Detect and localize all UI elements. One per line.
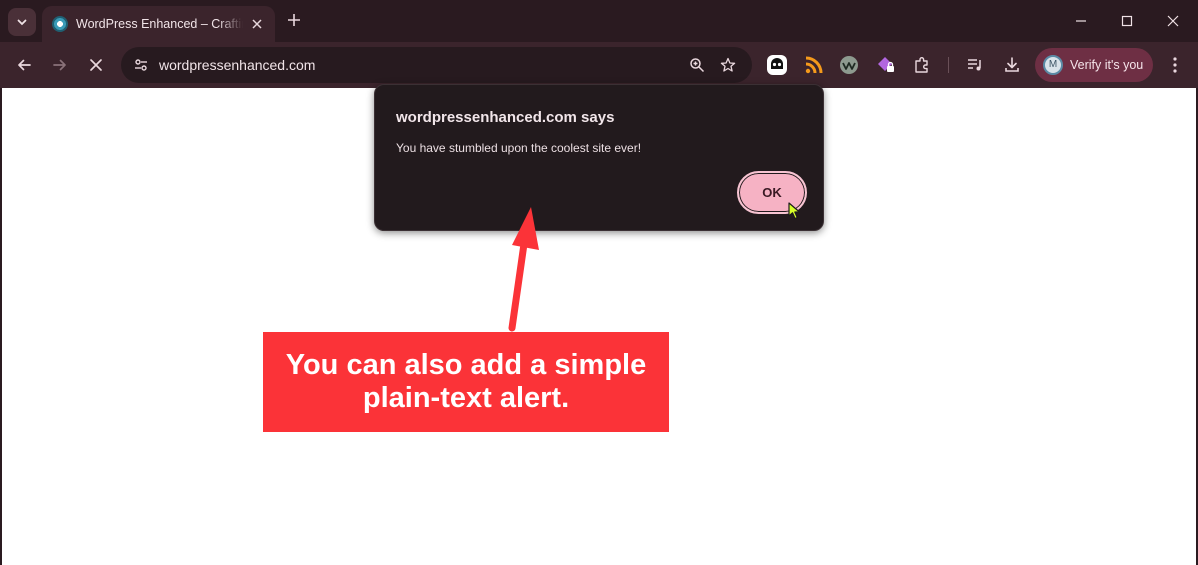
dialog-message: You have stumbled upon the coolest site …	[396, 141, 642, 155]
extensions-button[interactable]	[909, 52, 935, 78]
maximize-icon	[1121, 15, 1133, 27]
extension-rss-button[interactable]	[801, 52, 827, 78]
tab-close-button[interactable]	[249, 16, 265, 32]
window-minimize-button[interactable]	[1058, 0, 1104, 42]
media-queue-icon	[968, 59, 981, 71]
rss-icon	[805, 56, 823, 74]
avatar: M	[1043, 55, 1063, 75]
dialog-title: wordpressenhanced.com says	[396, 109, 615, 126]
extension-ghost-button[interactable]	[764, 52, 790, 78]
arrow-right-icon	[53, 59, 66, 71]
download-icon	[1005, 57, 1019, 72]
bookmark-button[interactable]	[716, 53, 740, 77]
stop-loading-button[interactable]	[82, 51, 110, 79]
browser-toolbar: wordpressenhanced.com M Verify it's you	[0, 42, 1198, 88]
site-favicon-icon	[52, 16, 68, 32]
window-close-button[interactable]	[1150, 0, 1196, 42]
annotation-text: You can also add a simple plain-text ale…	[285, 349, 647, 414]
downloads-button[interactable]	[999, 52, 1025, 78]
toolbar-separator	[948, 57, 949, 73]
close-icon	[1167, 15, 1179, 27]
new-tab-button[interactable]	[284, 8, 304, 34]
wave-extension-icon	[840, 56, 858, 74]
annotation-arrow	[508, 207, 539, 332]
close-icon	[90, 59, 102, 71]
tune-icon	[135, 59, 147, 71]
tab-search-button[interactable]	[8, 8, 36, 36]
puzzle-icon	[915, 57, 928, 73]
star-outline-icon	[720, 57, 736, 72]
profile-button[interactable]: M Verify it's you	[1035, 48, 1153, 82]
plus-icon	[288, 14, 300, 26]
back-button[interactable]	[10, 51, 38, 79]
forward-button[interactable]	[46, 51, 74, 79]
tab-strip: WordPress Enhanced – Crafting	[0, 0, 1198, 42]
window-maximize-button[interactable]	[1104, 0, 1150, 42]
annotation-callout: You can also add a simple plain-text ale…	[263, 332, 669, 432]
kebab-menu-icon	[1173, 57, 1177, 73]
diamond-lock-icon	[878, 57, 894, 72]
extension-diamond-button[interactable]	[873, 52, 899, 78]
alert-dialog: wordpressenhanced.com says You have stum…	[374, 84, 824, 231]
chevron-down-icon	[17, 19, 27, 26]
browser-tab-active[interactable]: WordPress Enhanced – Crafting	[42, 6, 275, 42]
address-bar-url[interactable]: wordpressenhanced.com	[159, 57, 315, 73]
close-icon	[252, 19, 262, 29]
tab-title: WordPress Enhanced – Crafting	[76, 17, 244, 31]
extension-wave-button[interactable]	[836, 52, 862, 78]
minimize-icon	[1076, 20, 1086, 22]
browser-menu-button[interactable]	[1162, 52, 1188, 78]
address-bar[interactable]: wordpressenhanced.com	[121, 47, 752, 83]
ghost-extension-icon	[767, 55, 787, 75]
profile-label: Verify it's you	[1070, 58, 1144, 72]
zoom-button[interactable]	[685, 53, 709, 77]
arrow-left-icon	[18, 59, 31, 71]
media-controls-button[interactable]	[962, 52, 988, 78]
mouse-cursor-icon	[788, 202, 801, 220]
zoom-in-icon	[690, 58, 705, 73]
site-info-button[interactable]	[129, 53, 153, 77]
